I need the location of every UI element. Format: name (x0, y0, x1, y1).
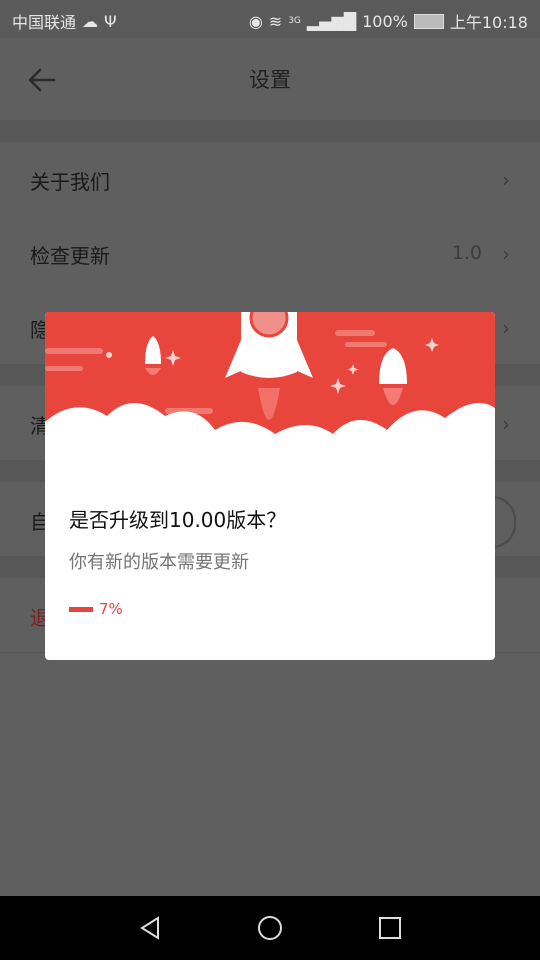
settings-item-check-update[interactable]: 检查更新 1.0 › (0, 216, 540, 291)
system-nav-bar (0, 896, 540, 960)
status-bar: 中国联通 ☁ Ψ ◉ ≋ 3G ▂▄▆█ 100% 上午10:18 (0, 0, 540, 38)
settings-item-label: 关于我们 (30, 170, 110, 194)
status-left: 中国联通 ☁ Ψ (12, 9, 117, 33)
version-value: 1.0 (451, 242, 482, 264)
app-bar: 设置 (0, 38, 540, 120)
chevron-right-icon: › (502, 242, 510, 266)
battery-percent: 100% (362, 11, 408, 31)
usb-icon: Ψ (104, 11, 117, 31)
rocket-illustration (45, 312, 495, 472)
signal-icon: ▂▄▆█ (306, 11, 357, 31)
page-title: 设置 (249, 68, 291, 92)
status-right: ◉ ≋ 3G ▂▄▆█ 100% 上午10:18 (249, 9, 528, 33)
download-progress: 7% (69, 600, 123, 618)
progress-label: 7% (99, 600, 123, 618)
update-dialog: 是否升级到10.00版本？ 你有新的版本需要更新 7% (45, 312, 495, 660)
network-type: 3G (288, 16, 301, 26)
section-divider (0, 120, 540, 142)
settings-item-label: 检查更新 (30, 244, 110, 268)
home-circle-icon[interactable] (256, 914, 284, 942)
settings-item-about[interactable]: 关于我们 › (0, 142, 540, 217)
chevron-right-icon: › (502, 316, 510, 340)
battery-icon (413, 13, 444, 29)
dialog-title: 是否升级到10.00版本？ (69, 508, 287, 532)
chevron-right-icon: › (502, 168, 510, 192)
progress-bar (69, 606, 93, 612)
eye-icon: ◉ (248, 11, 263, 31)
recents-square-icon[interactable] (376, 914, 404, 942)
cloud-icon: ☁ (82, 11, 99, 31)
back-triangle-icon[interactable] (136, 914, 164, 942)
wifi-icon: ≋ (268, 11, 283, 31)
chevron-right-icon: › (502, 412, 510, 436)
dialog-message: 你有新的版本需要更新 (69, 552, 249, 573)
carrier-label: 中国联通 (12, 13, 77, 32)
clock: 上午10:18 (449, 13, 528, 32)
